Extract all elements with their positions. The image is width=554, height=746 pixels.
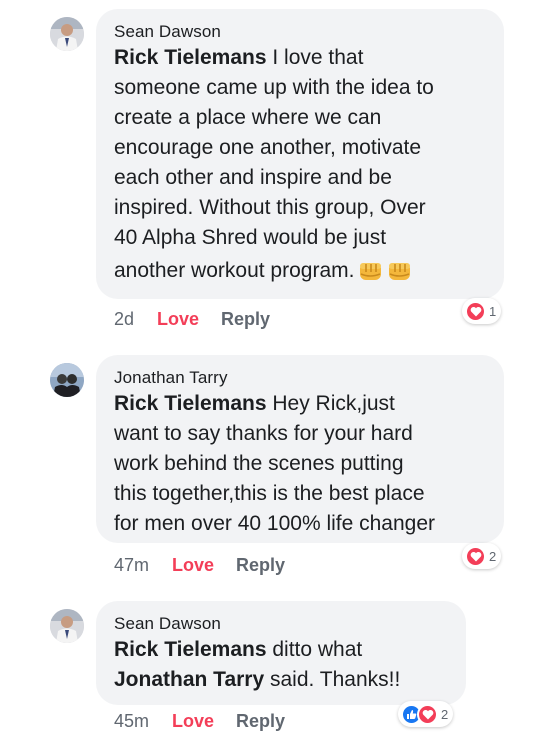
comment-bubble: Jonathan Tarry Rick Tielemans Hey Rick,j… bbox=[96, 355, 504, 543]
heart-icon bbox=[465, 300, 486, 322]
reaction-summary[interactable]: 2 bbox=[398, 701, 454, 727]
reaction-count: 1 bbox=[489, 303, 497, 319]
reaction-count: 2 bbox=[441, 706, 449, 722]
avatar-photo bbox=[50, 609, 84, 643]
timestamp[interactable]: 47m bbox=[114, 554, 149, 576]
comment-actions: 47m Love Reply bbox=[114, 554, 285, 576]
heart-icon bbox=[465, 545, 486, 567]
comment-text: Rick Tielemans Hey Rick,just want to say… bbox=[114, 389, 486, 539]
timestamp[interactable]: 2d bbox=[114, 308, 134, 330]
avatar[interactable] bbox=[50, 609, 84, 643]
mention-link[interactable]: Rick Tielemans bbox=[114, 638, 267, 661]
reply-button[interactable]: Reply bbox=[236, 554, 285, 576]
avatar-photo bbox=[50, 17, 84, 51]
reaction-summary[interactable]: 2 bbox=[462, 543, 502, 569]
mention-link[interactable]: Rick Tielemans bbox=[114, 392, 267, 415]
mention-link[interactable]: Jonathan Tarry bbox=[114, 668, 264, 691]
comment-bubble: Sean Dawson Rick Tielemans I love that s… bbox=[96, 9, 504, 299]
comment-author[interactable]: Jonathan Tarry bbox=[114, 367, 486, 389]
love-button[interactable]: Love bbox=[157, 308, 199, 330]
avatar[interactable] bbox=[50, 363, 84, 397]
comment-last-line: another workout program. bbox=[114, 256, 486, 286]
reaction-count: 2 bbox=[489, 548, 497, 564]
comment-text: Rick Tielemans I love that someone came … bbox=[114, 43, 486, 253]
emoji-group bbox=[357, 260, 413, 284]
avatar-photo bbox=[50, 363, 84, 397]
reaction-summary[interactable]: 1 bbox=[462, 298, 502, 324]
comment-body: ditto what bbox=[266, 638, 363, 661]
comment-author[interactable]: Sean Dawson bbox=[114, 21, 486, 43]
comment-author[interactable]: Sean Dawson bbox=[114, 613, 448, 635]
comment-thread: Sean Dawson Rick Tielemans I love that s… bbox=[0, 0, 554, 746]
comment-body: I love that someone came up with the ide… bbox=[114, 46, 434, 249]
comment-body-end: another workout program. bbox=[114, 259, 355, 282]
comment-actions: 45m Love Reply bbox=[114, 710, 285, 732]
comment-body-end: said. Thanks!! bbox=[264, 668, 401, 691]
comment-text: Rick Tielemans ditto what Jonathan Tarry… bbox=[114, 635, 448, 695]
heart-icon bbox=[417, 703, 438, 725]
love-button[interactable]: Love bbox=[172, 710, 214, 732]
oncoming-fist-icon bbox=[360, 263, 382, 280]
avatar[interactable] bbox=[50, 17, 84, 51]
mention-link[interactable]: Rick Tielemans bbox=[114, 46, 267, 69]
timestamp[interactable]: 45m bbox=[114, 710, 149, 732]
oncoming-fist-icon bbox=[389, 263, 411, 280]
reply-button[interactable]: Reply bbox=[236, 710, 285, 732]
reply-button[interactable]: Reply bbox=[221, 308, 270, 330]
comment-actions: 2d Love Reply bbox=[114, 308, 270, 330]
comment-bubble: Sean Dawson Rick Tielemans ditto what Jo… bbox=[96, 601, 466, 705]
love-button[interactable]: Love bbox=[172, 554, 214, 576]
